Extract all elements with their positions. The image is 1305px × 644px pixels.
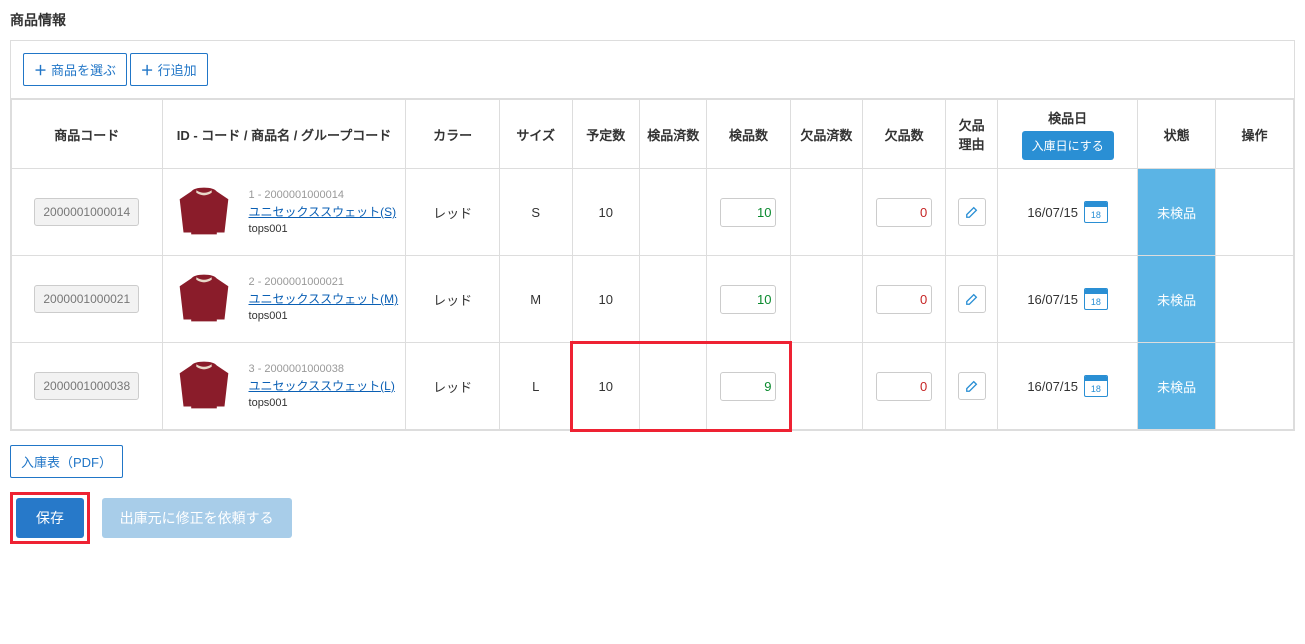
add-row-label: 行追加 [158,60,197,79]
col-inspect-date-label: 検品日 [1048,111,1087,126]
state-cell: 未検品 [1138,256,1216,343]
product-name-link[interactable]: ユニセックススウェット(L) [249,379,395,393]
planned-cell: 10 [572,169,639,256]
sweater-icon [172,272,236,326]
product-image [169,351,239,421]
inspect-qty-input[interactable] [720,372,776,401]
operation-cell [1216,343,1294,430]
product-group-code: tops001 [249,308,399,325]
inspect-qty-input[interactable] [720,198,776,227]
col-reason: 欠品理由 [946,100,998,169]
product-id-line: 3 - 2000001000038 [249,361,395,378]
color-cell: レッド [406,256,499,343]
size-cell: L [499,343,572,430]
product-code-badge: 2000001000014 [34,198,139,226]
col-inspect-date: 検品日 入庫日にする [998,100,1138,169]
table-row: 2000001000021 2 - 2000001000021ユニセックススウェッ… [12,256,1294,343]
product-table: 商品コード ID - コード / 商品名 / グループコード カラー サイズ 予… [11,99,1294,430]
color-cell: レッド [406,169,499,256]
size-cell: S [499,169,572,256]
col-code: 商品コード [12,100,163,169]
product-code-badge: 2000001000038 [34,372,139,400]
inspected-done-cell [640,343,707,430]
shortage-done-cell [790,343,863,430]
shortage-done-cell [790,169,863,256]
plus-icon: ＋ [34,60,47,79]
col-inspect-qty: 検品数 [707,100,790,169]
inspected-done-cell [640,169,707,256]
set-arrival-date-button[interactable]: 入庫日にする [1022,131,1114,160]
sweater-icon [172,359,236,413]
col-operation: 操作 [1216,100,1294,169]
edit-icon [965,205,979,219]
col-name: ID - コード / 商品名 / グループコード [162,100,406,169]
select-product-button[interactable]: ＋ 商品を選ぶ [23,53,127,86]
edit-icon [965,292,979,306]
color-cell: レッド [406,343,499,430]
product-id-line: 2 - 2000001000021 [249,274,399,291]
operation-cell [1216,169,1294,256]
shortage-reason-button[interactable] [958,285,986,313]
planned-cell: 10 [572,343,639,430]
sweater-icon [172,185,236,239]
save-highlight-frame: 保存 [10,492,90,544]
col-shortage-done: 欠品済数 [790,100,863,169]
shortage-qty-input[interactable] [876,372,932,401]
section-title: 商品情報 [10,10,1295,30]
size-cell: M [499,256,572,343]
plus-icon: ＋ [141,60,154,79]
edit-icon [965,379,979,393]
inspect-date-text: 16/07/15 [1027,379,1078,394]
product-image [169,177,239,247]
product-group-code: tops001 [249,395,395,412]
shortage-reason-button[interactable] [958,198,986,226]
product-image [169,264,239,334]
col-color: カラー [406,100,499,169]
calendar-icon[interactable]: 18 [1084,288,1108,310]
col-planned: 予定数 [572,100,639,169]
col-inspected-done: 検品済数 [640,100,707,169]
table-row: 2000001000038 3 - 2000001000038ユニセックススウェッ… [12,343,1294,430]
col-size: サイズ [499,100,572,169]
state-cell: 未検品 [1138,169,1216,256]
pdf-button[interactable]: 入庫表（PDF） [10,445,123,478]
inspect-date-text: 16/07/15 [1027,292,1078,307]
product-group-code: tops001 [249,221,397,238]
request-correction-button[interactable]: 出庫元に修正を依頼する [102,498,292,538]
col-shortage-qty: 欠品数 [863,100,946,169]
select-product-label: 商品を選ぶ [51,60,116,79]
inspected-done-cell [640,256,707,343]
shortage-reason-button[interactable] [958,372,986,400]
product-id-line: 1 - 2000001000014 [249,187,397,204]
calendar-icon[interactable]: 18 [1084,201,1108,223]
add-row-button[interactable]: ＋ 行追加 [130,53,208,86]
col-state: 状態 [1138,100,1216,169]
table-row: 2000001000014 1 - 2000001000014ユニセックススウェッ… [12,169,1294,256]
product-code-badge: 2000001000021 [34,285,139,313]
shortage-qty-input[interactable] [876,285,932,314]
calendar-icon[interactable]: 18 [1084,375,1108,397]
shortage-done-cell [790,256,863,343]
shortage-qty-input[interactable] [876,198,932,227]
product-table-wrap: ＋ 商品を選ぶ ＋ 行追加 商品コード ID - コード / 商品名 / グルー… [10,40,1295,431]
save-button[interactable]: 保存 [16,498,84,538]
state-cell: 未検品 [1138,343,1216,430]
table-header-row: 商品コード ID - コード / 商品名 / グループコード カラー サイズ 予… [12,100,1294,169]
operation-cell [1216,256,1294,343]
inspect-qty-input[interactable] [720,285,776,314]
product-name-link[interactable]: ユニセックススウェット(S) [249,205,397,219]
product-name-link[interactable]: ユニセックススウェット(M) [249,292,399,306]
inspect-date-text: 16/07/15 [1027,205,1078,220]
planned-cell: 10 [572,256,639,343]
